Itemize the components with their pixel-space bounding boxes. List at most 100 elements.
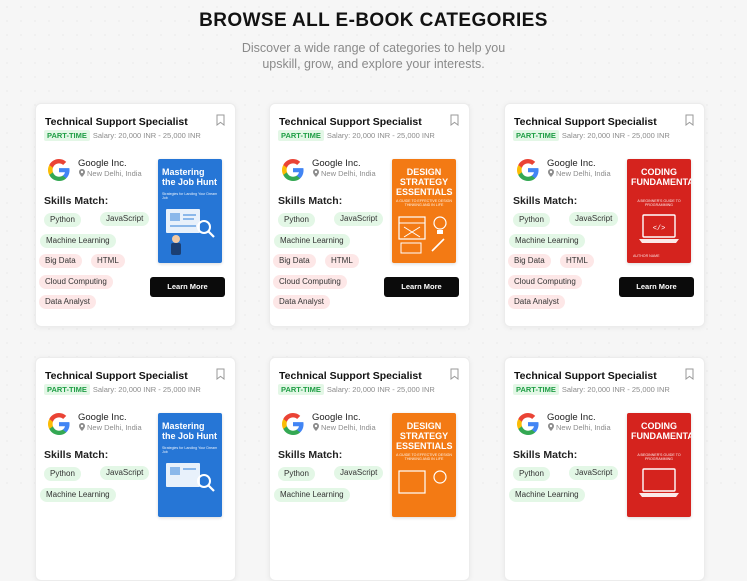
job-meta: PART-TIME Salary: 20,000 INR - 25,000 INR [513, 130, 670, 141]
location: New Delhi, India [548, 169, 611, 178]
skill-chip[interactable]: Python [278, 213, 315, 227]
salary-text: Salary: 20,000 INR - 25,000 INR [326, 131, 435, 140]
skill-chip[interactable]: Python [44, 213, 81, 227]
bookmark-icon[interactable] [685, 114, 694, 126]
location-pin-icon [548, 423, 554, 431]
skills-label: Skills Match: [44, 449, 109, 461]
skill-chip[interactable]: JavaScript [100, 466, 150, 480]
job-type-badge: PART-TIME [513, 130, 559, 141]
location-text: New Delhi, India [87, 169, 142, 178]
job-meta: PART-TIME Salary: 20,000 INR - 25,000 INR [44, 130, 201, 141]
book-cover[interactable]: DESIGN STRATEGY ESSENTIALS A GUIDE TO EF… [392, 413, 456, 517]
skill-chip[interactable]: Cloud Computing [39, 275, 113, 289]
company-name: Google Inc. [312, 412, 361, 423]
design-illustration [398, 470, 447, 494]
job-card[interactable]: Technical Support Specialist PART-TIME Sa… [269, 103, 470, 327]
job-title: Technical Support Specialist [45, 116, 188, 128]
company-name: Google Inc. [78, 412, 127, 423]
skill-chip[interactable]: Python [513, 467, 550, 481]
salary-text: Salary: 20,000 INR - 25,000 INR [92, 385, 201, 394]
book-cover[interactable]: CODING FUNDAMENTALS A BEGINNER'S GUIDE T… [627, 413, 691, 517]
location-text: New Delhi, India [556, 423, 611, 432]
job-card[interactable]: Technical Support Specialist PART-TIME Sa… [35, 103, 236, 327]
skill-chip[interactable]: Machine Learning [274, 488, 350, 502]
book-cover[interactable]: Mastering the Job Hunt Strategies for La… [158, 159, 222, 263]
skills-label: Skills Match: [278, 449, 343, 461]
bookmark-icon[interactable] [216, 114, 225, 126]
book-cover[interactable]: Mastering the Job Hunt Strategies for La… [158, 413, 222, 517]
location-pin-icon [79, 169, 85, 177]
laptop-illustration: </> [639, 214, 679, 243]
location: New Delhi, India [79, 169, 142, 178]
skill-chip[interactable]: HTML [560, 254, 594, 268]
learn-more-button[interactable]: Learn More [619, 277, 694, 297]
job-card[interactable]: Technical Support Specialist PART-TIME Sa… [504, 357, 705, 581]
location-pin-icon [313, 169, 319, 177]
job-title: Technical Support Specialist [514, 370, 657, 382]
subtitle-line-2: upskill, grow, and explore your interest… [262, 57, 485, 71]
job-title: Technical Support Specialist [279, 370, 422, 382]
job-type-badge: PART-TIME [44, 130, 90, 141]
book-cover[interactable]: CODING FUNDAMENTALS A BEGINNER'S GUIDE T… [627, 159, 691, 263]
skill-chip[interactable]: Big Data [39, 254, 82, 268]
location: New Delhi, India [313, 169, 376, 178]
job-meta: PART-TIME Salary: 20,000 INR - 25,000 INR [44, 384, 201, 395]
skill-chip[interactable]: HTML [91, 254, 125, 268]
job-type-badge: PART-TIME [278, 130, 324, 141]
skill-chip[interactable]: JavaScript [569, 212, 619, 226]
skill-chip[interactable]: Cloud Computing [273, 275, 347, 289]
job-title: Technical Support Specialist [45, 370, 188, 382]
skill-chip[interactable]: Data Analyst [273, 295, 330, 309]
bookmark-icon[interactable] [216, 368, 225, 380]
company-name: Google Inc. [547, 158, 596, 169]
learn-more-button[interactable]: Learn More [384, 277, 459, 297]
skill-chip[interactable]: Machine Learning [509, 234, 585, 248]
skill-chip[interactable]: JavaScript [569, 466, 619, 480]
skill-chip[interactable]: HTML [325, 254, 359, 268]
google-logo [517, 413, 539, 435]
bookmark-icon[interactable] [450, 114, 459, 126]
location: New Delhi, India [313, 423, 376, 432]
skill-chip[interactable]: Python [44, 467, 81, 481]
job-type-badge: PART-TIME [44, 384, 90, 395]
book-cover[interactable]: DESIGN STRATEGY ESSENTIALS A GUIDE TO EF… [392, 159, 456, 263]
google-logo [282, 159, 304, 181]
job-card[interactable]: Technical Support Specialist PART-TIME Sa… [504, 103, 705, 327]
job-card[interactable]: Technical Support Specialist PART-TIME Sa… [35, 357, 236, 581]
skill-chip[interactable]: Python [513, 213, 550, 227]
learn-more-button[interactable]: Learn More [150, 277, 225, 297]
job-meta: PART-TIME Salary: 20,000 INR - 25,000 INR [513, 384, 670, 395]
job-hunt-illustration [166, 209, 215, 255]
location-text: New Delhi, India [556, 169, 611, 178]
job-meta: PART-TIME Salary: 20,000 INR - 25,000 INR [278, 384, 435, 395]
skill-chip[interactable]: Big Data [508, 254, 551, 268]
skill-chip[interactable]: Machine Learning [509, 488, 585, 502]
skills-label: Skills Match: [513, 195, 578, 207]
company-name: Google Inc. [547, 412, 596, 423]
skill-chip[interactable]: Cloud Computing [508, 275, 582, 289]
skill-chip[interactable]: JavaScript [334, 466, 384, 480]
google-logo [282, 413, 304, 435]
page-subtitle: Discover a wide range of categories to h… [0, 40, 747, 72]
job-card[interactable]: Technical Support Specialist PART-TIME Sa… [269, 357, 470, 581]
google-logo [48, 159, 70, 181]
location-text: New Delhi, India [321, 169, 376, 178]
skill-chip[interactable]: JavaScript [100, 212, 150, 226]
bookmark-icon[interactable] [685, 368, 694, 380]
skill-chip[interactable]: Python [278, 467, 315, 481]
skill-chip[interactable]: Data Analyst [39, 295, 96, 309]
location-text: New Delhi, India [87, 423, 142, 432]
skill-chip[interactable]: JavaScript [334, 212, 384, 226]
bookmark-icon[interactable] [450, 368, 459, 380]
skill-chip[interactable]: Machine Learning [40, 234, 116, 248]
job-type-badge: PART-TIME [278, 384, 324, 395]
location-text: New Delhi, India [321, 423, 376, 432]
skill-chip[interactable]: Machine Learning [274, 234, 350, 248]
skill-chip[interactable]: Big Data [273, 254, 316, 268]
job-title: Technical Support Specialist [514, 116, 657, 128]
skill-chip[interactable]: Machine Learning [40, 488, 116, 502]
salary-text: Salary: 20,000 INR - 25,000 INR [326, 385, 435, 394]
salary-text: Salary: 20,000 INR - 25,000 INR [561, 131, 670, 140]
laptop-illustration [639, 468, 679, 497]
skill-chip[interactable]: Data Analyst [508, 295, 565, 309]
